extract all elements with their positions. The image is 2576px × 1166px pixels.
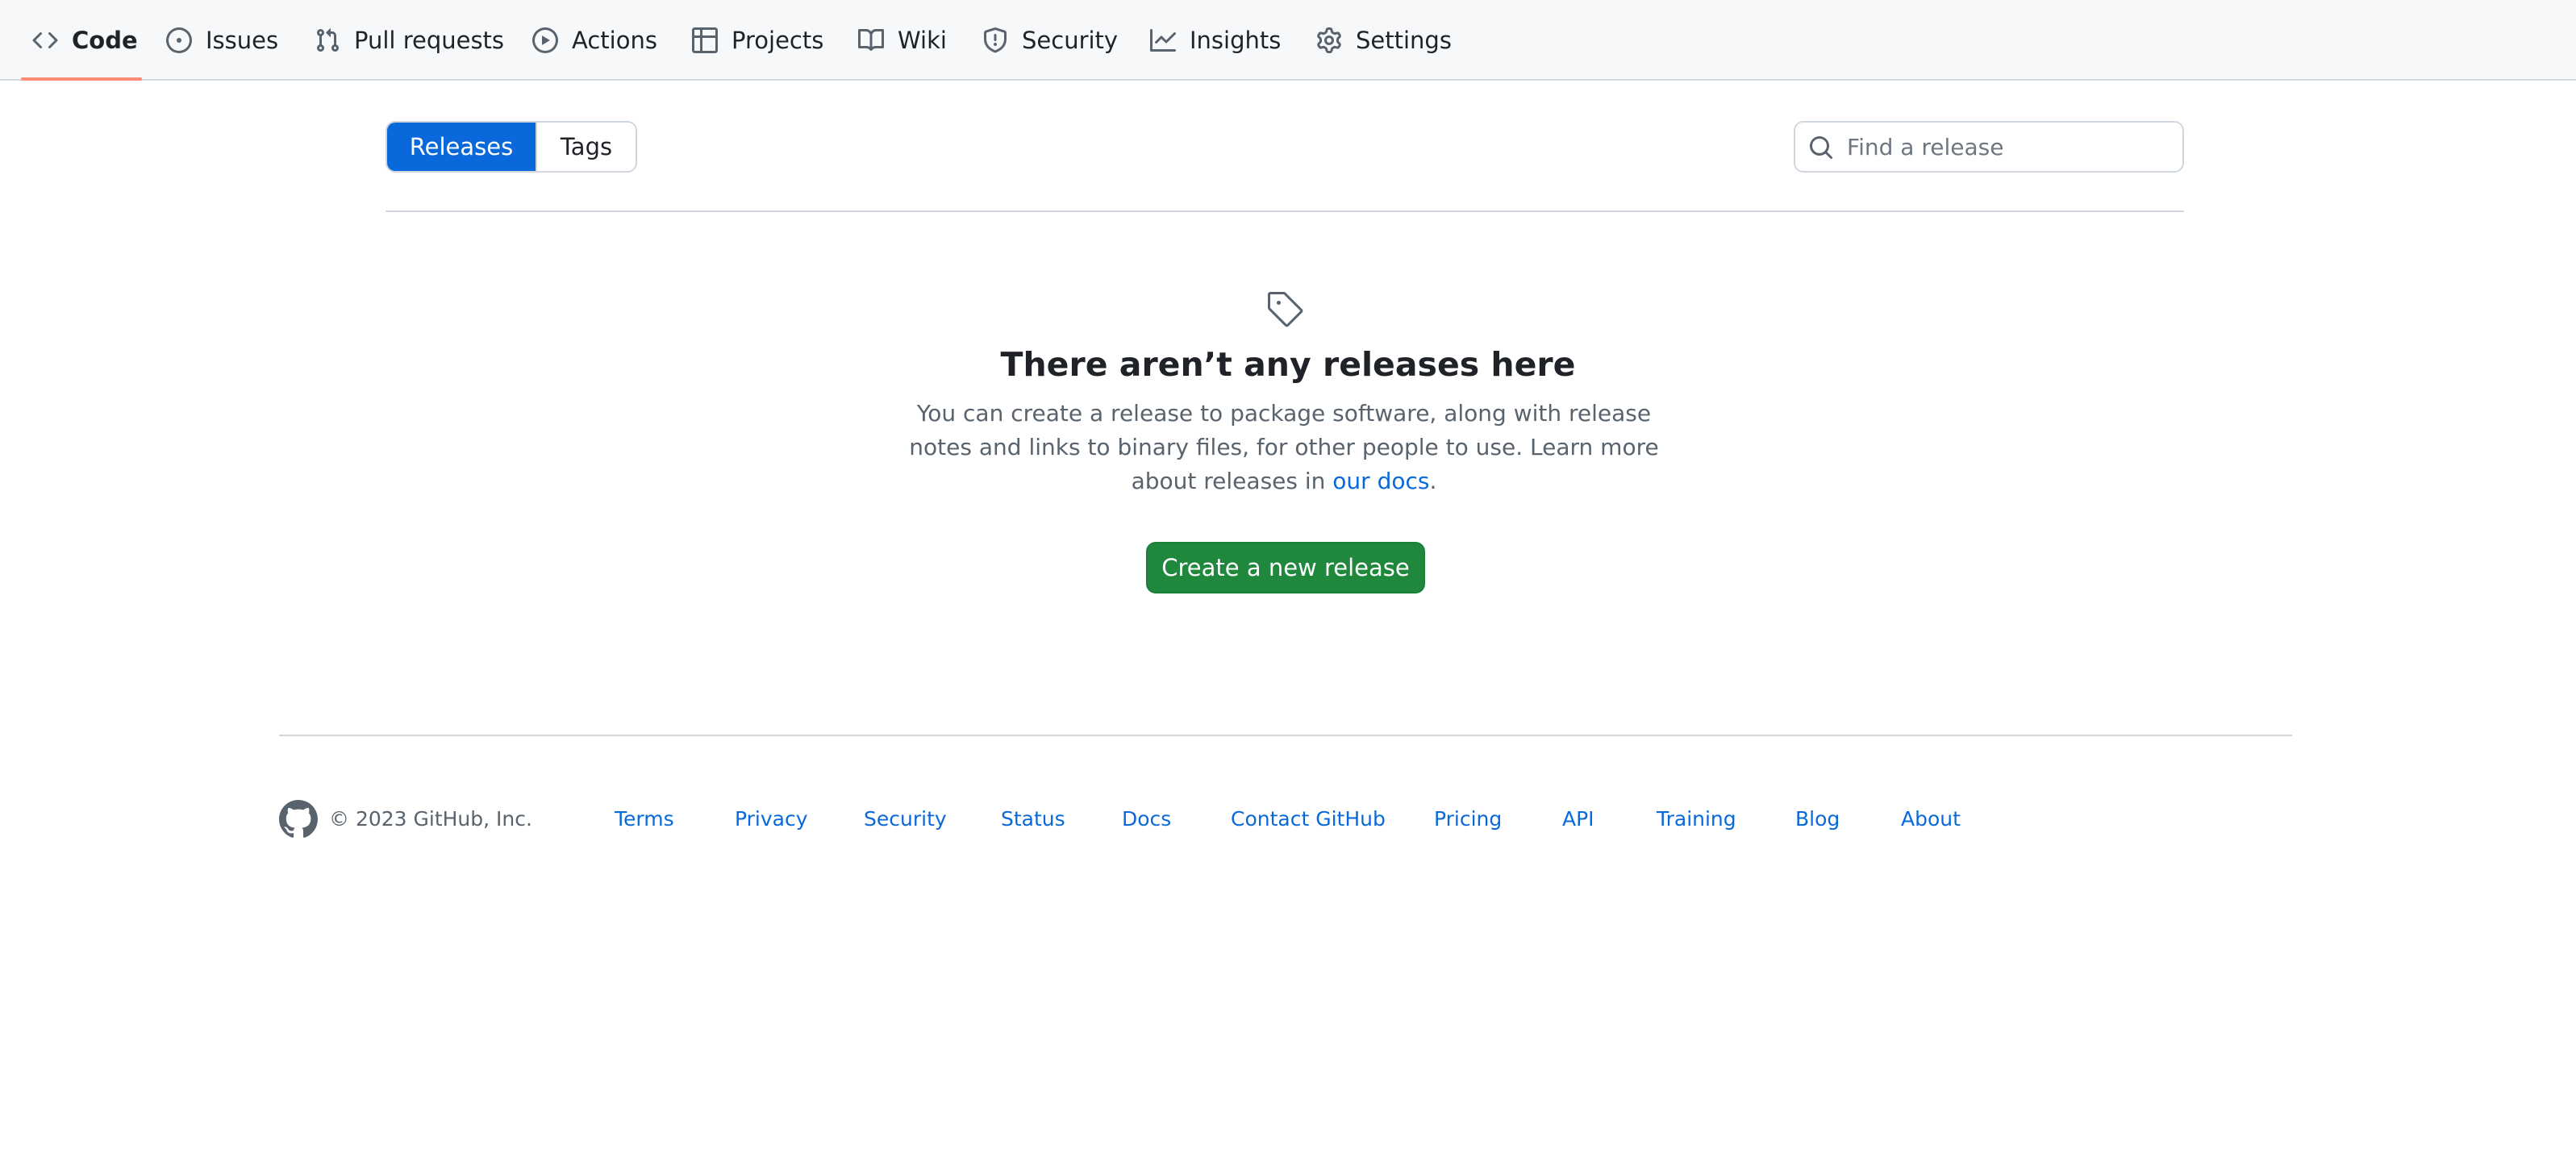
footer-link-security[interactable]: Security bbox=[864, 805, 947, 834]
footer-copyright: © 2023 GitHub, Inc. bbox=[329, 807, 532, 831]
table-icon bbox=[692, 27, 718, 53]
blankslate-title: There aren’t any releases here bbox=[1000, 345, 1576, 384]
blankslate-description-text: You can create a release to package soft… bbox=[909, 400, 1659, 494]
git-pull-request-icon bbox=[316, 28, 340, 52]
footer-divider bbox=[279, 735, 2292, 736]
tab-insights-label: Insights bbox=[1190, 27, 1282, 54]
book-icon bbox=[858, 28, 884, 51]
releases-tags-toggle: Releases Tags bbox=[386, 121, 637, 173]
footer-link-status[interactable]: Status bbox=[1001, 805, 1065, 834]
tab-wiki[interactable]: Wiki bbox=[858, 0, 947, 81]
selected-tab-indicator bbox=[21, 77, 142, 81]
search-icon bbox=[1810, 136, 1833, 160]
play-icon bbox=[532, 27, 558, 53]
footer-link-blog[interactable]: Blog bbox=[1795, 805, 1840, 834]
tab-settings-label: Settings bbox=[1356, 27, 1452, 54]
gear-icon bbox=[1317, 27, 1341, 53]
blankslate-description-end: . bbox=[1429, 468, 1437, 494]
tab-actions-label: Actions bbox=[572, 27, 657, 54]
tab-code[interactable]: Code bbox=[32, 0, 138, 81]
repo-nav: Code Issues Pull requests Actions Projec… bbox=[0, 0, 2576, 81]
section-divider bbox=[386, 210, 2184, 212]
issue-opened-icon bbox=[166, 27, 192, 53]
tab-insights[interactable]: Insights bbox=[1150, 0, 1281, 81]
tab-projects-label: Projects bbox=[732, 27, 824, 54]
tab-actions[interactable]: Actions bbox=[532, 0, 657, 81]
tag-icon bbox=[1268, 292, 1303, 327]
footer-link-pricing[interactable]: Pricing bbox=[1434, 805, 1502, 834]
tab-code-label: Code bbox=[72, 27, 138, 54]
tab-pull-requests-label: Pull requests bbox=[354, 27, 505, 54]
tab-security[interactable]: Security bbox=[982, 0, 1118, 81]
shield-icon bbox=[984, 27, 1007, 53]
graph-icon bbox=[1150, 29, 1176, 52]
tab-projects[interactable]: Projects bbox=[692, 0, 823, 81]
docs-link[interactable]: our docs bbox=[1332, 468, 1429, 494]
tab-wiki-label: Wiki bbox=[898, 27, 947, 54]
releases-button[interactable]: Releases bbox=[387, 123, 536, 171]
footer-link-contact-github[interactable]: Contact GitHub bbox=[1231, 805, 1386, 834]
footer-link-terms[interactable]: Terms bbox=[615, 805, 674, 834]
tags-button[interactable]: Tags bbox=[536, 123, 636, 171]
footer-link-about[interactable]: About bbox=[1901, 805, 1961, 834]
release-search bbox=[1794, 121, 2184, 173]
code-icon bbox=[32, 31, 58, 49]
tab-pull-requests[interactable]: Pull requests bbox=[315, 0, 504, 81]
footer-link-docs[interactable]: Docs bbox=[1122, 805, 1171, 834]
tab-security-label: Security bbox=[1022, 27, 1119, 54]
create-release-button[interactable]: Create a new release bbox=[1146, 542, 1425, 593]
footer-link-privacy[interactable]: Privacy bbox=[735, 805, 808, 834]
tab-issues-label: Issues bbox=[206, 27, 279, 54]
blankslate-description: You can create a release to package soft… bbox=[901, 397, 1667, 498]
github-mark-icon[interactable] bbox=[279, 800, 318, 839]
tab-settings[interactable]: Settings bbox=[1316, 0, 1452, 81]
tab-issues[interactable]: Issues bbox=[166, 0, 278, 81]
search-input[interactable] bbox=[1847, 126, 2170, 168]
footer-link-api[interactable]: API bbox=[1562, 805, 1594, 834]
footer-link-training[interactable]: Training bbox=[1657, 805, 1736, 834]
